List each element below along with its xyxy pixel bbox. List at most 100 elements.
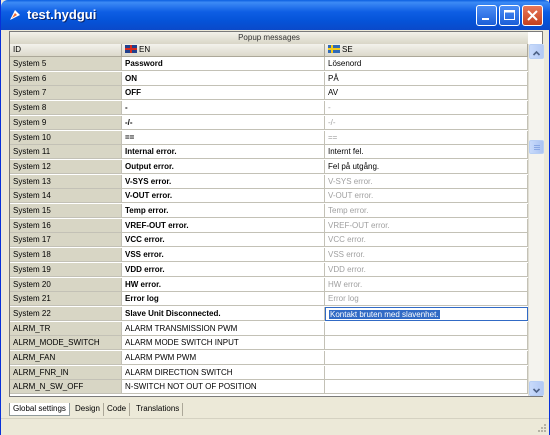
tab-translations[interactable]: Translations	[133, 403, 184, 416]
table-row[interactable]: ALRM_FNR_IN ALARM DIRECTION SWITCH	[10, 365, 528, 380]
en-text-cell[interactable]: Temp error.	[122, 204, 325, 218]
se-text-cell[interactable]: V-OUT error.	[325, 189, 528, 204]
id-cell[interactable]: System 6	[10, 71, 122, 86]
id-cell[interactable]: System 10	[10, 130, 122, 145]
id-cell[interactable]: System 16	[10, 218, 122, 233]
se-text-cell[interactable]: ==	[325, 130, 528, 145]
table-row[interactable]: ALRM_N_SW_OFF N-SWITCH NOT OUT OF POSITIO…	[10, 380, 528, 395]
id-cell[interactable]: System 22	[10, 306, 122, 321]
id-cell[interactable]: ALRM_FAN	[10, 351, 122, 365]
en-text-cell[interactable]: ALARM MODE SWITCH INPUT	[122, 336, 325, 351]
id-cell[interactable]: System 19	[10, 262, 122, 277]
table-row[interactable]: System 15 Temp error. Temp error.	[10, 204, 528, 218]
en-text-cell[interactable]: N-SWITCH NOT OUT OF POSITION	[122, 380, 325, 395]
id-cell[interactable]: System 11	[10, 145, 122, 160]
column-header-se[interactable]: SE	[325, 44, 528, 57]
id-cell[interactable]: ALRM_FNR_IN	[10, 365, 122, 380]
en-text-cell[interactable]: VSS error.	[122, 248, 325, 263]
table-row[interactable]: System 17 VCC error. VCC error.	[10, 233, 528, 248]
tab-code[interactable]: Code	[104, 403, 131, 416]
table-row[interactable]: System 22 Slave Unit Disconnected. Kontakt…	[10, 306, 528, 321]
tab-global-settings[interactable]: Global settings	[9, 403, 70, 416]
id-cell[interactable]: System 21	[10, 292, 122, 307]
en-text-cell[interactable]: VREF-OUT error.	[122, 218, 325, 233]
id-cell[interactable]: System 13	[10, 174, 122, 189]
se-text-cell[interactable]: -/-	[325, 115, 528, 130]
se-text-cell[interactable]: VDD error.	[325, 262, 528, 277]
en-text-cell[interactable]: Output error.	[122, 159, 325, 174]
se-text-cell[interactable]: -	[325, 101, 528, 116]
table-row[interactable]: System 13 V-SYS error. V-SYS error.	[10, 174, 528, 189]
en-text-cell[interactable]: -/-	[122, 115, 325, 130]
column-header-en[interactable]: EN	[122, 44, 325, 57]
tab-design[interactable]: Design	[72, 403, 104, 416]
en-text-cell[interactable]: Slave Unit Disconnected.	[122, 306, 325, 321]
en-text-cell[interactable]: V-SYS error.	[122, 174, 325, 189]
se-text-cell[interactable]: VSS error.	[325, 248, 528, 263]
en-text-cell[interactable]: -	[122, 101, 325, 116]
en-text-cell[interactable]: V-OUT error.	[122, 189, 325, 204]
table-row[interactable]: System 11 Internal error. Internt fel.	[10, 145, 528, 160]
id-cell[interactable]: System 18	[10, 248, 122, 263]
id-cell[interactable]: System 15	[10, 204, 122, 218]
en-text-cell[interactable]: OFF	[122, 86, 325, 101]
maximize-button[interactable]	[499, 5, 520, 26]
se-text-cell[interactable]: HW error.	[325, 277, 528, 292]
id-cell[interactable]: System 12	[10, 159, 122, 174]
se-text-cell[interactable]	[325, 380, 528, 395]
title-bar[interactable]: test.hydgui	[1, 0, 550, 30]
se-text-cell[interactable]: PÅ	[325, 71, 528, 86]
table-row[interactable]: ALRM_TR ALARM TRANSMISSION PWM	[10, 321, 528, 336]
table-row[interactable]: System 20 HW error. HW error.	[10, 277, 528, 292]
table-row[interactable]: System 12 Output error. Fel på utgång.	[10, 159, 528, 174]
se-text-cell[interactable]: VCC error.	[325, 233, 528, 248]
vertical-scrollbar[interactable]	[528, 44, 544, 396]
se-text-cell[interactable]: Error log	[325, 292, 528, 307]
se-text-cell[interactable]: Lösenord	[325, 57, 528, 71]
se-text-cell[interactable]: VREF-OUT error.	[325, 218, 528, 233]
en-text-cell[interactable]: ALARM DIRECTION SWITCH	[122, 365, 325, 380]
se-text-cell[interactable]: Internt fel.	[325, 145, 528, 160]
table-row[interactable]: System 19 VDD error. VDD error.	[10, 262, 528, 277]
en-text-cell[interactable]: Internal error.	[122, 145, 325, 160]
table-row[interactable]: System 8--	[10, 101, 528, 116]
en-text-cell[interactable]: ON	[122, 71, 325, 86]
table-row[interactable]: ALRM_MODE_SWITCH ALARM MODE SWITCH INPUT	[10, 336, 528, 351]
en-text-cell[interactable]: ALARM TRANSMISSION PWM	[122, 321, 325, 336]
resize-grip-icon[interactable]	[537, 423, 547, 433]
table-row[interactable]: ALRM_FAN ALARM PWM PWM	[10, 351, 528, 365]
en-text-cell[interactable]: VCC error.	[122, 233, 325, 248]
id-cell[interactable]: System 8	[10, 101, 122, 116]
column-header-id[interactable]: ID	[10, 44, 122, 57]
id-cell[interactable]: ALRM_MODE_SWITCH	[10, 336, 122, 351]
se-text-cell[interactable]	[325, 365, 528, 380]
table-row[interactable]: System 21 Error log Error log	[10, 292, 528, 307]
scroll-down-button[interactable]	[529, 381, 544, 396]
close-button[interactable]	[522, 5, 543, 26]
table-row[interactable]: System 18 VSS error. VSS error.	[10, 248, 528, 263]
table-row[interactable]: System 16 VREF-OUT error. VREF-OUT error.	[10, 218, 528, 233]
id-cell[interactable]: ALRM_TR	[10, 321, 122, 336]
id-cell[interactable]: System 9	[10, 115, 122, 130]
se-text-cell-editing[interactable]: Kontakt bruten med slavenhet.	[325, 306, 528, 321]
en-text-cell[interactable]: ALARM PWM PWM	[122, 351, 325, 365]
scroll-thumb[interactable]	[529, 140, 544, 154]
table-row[interactable]: System 7 OFF AV	[10, 86, 528, 101]
se-text-cell[interactable]	[325, 336, 528, 351]
id-cell[interactable]: System 14	[10, 189, 122, 204]
en-text-cell[interactable]: Password	[122, 57, 325, 71]
scroll-up-button[interactable]	[529, 44, 544, 59]
id-cell[interactable]: System 17	[10, 233, 122, 248]
se-text-cell[interactable]	[325, 351, 528, 365]
selected-text[interactable]: Kontakt bruten med slavenhet.	[329, 309, 440, 319]
se-text-cell[interactable]: V-SYS error.	[325, 174, 528, 189]
en-text-cell[interactable]: HW error.	[122, 277, 325, 292]
en-text-cell[interactable]: VDD error.	[122, 262, 325, 277]
id-cell[interactable]: ALRM_N_SW_OFF	[10, 380, 122, 395]
se-text-cell[interactable]: Temp error.	[325, 204, 528, 218]
en-text-cell[interactable]: ==	[122, 130, 325, 145]
table-row[interactable]: System 9 -/- -/-	[10, 115, 528, 130]
table-row[interactable]: System 6 ON PÅ	[10, 71, 528, 86]
minimize-button[interactable]	[476, 5, 497, 26]
id-cell[interactable]: System 7	[10, 86, 122, 101]
